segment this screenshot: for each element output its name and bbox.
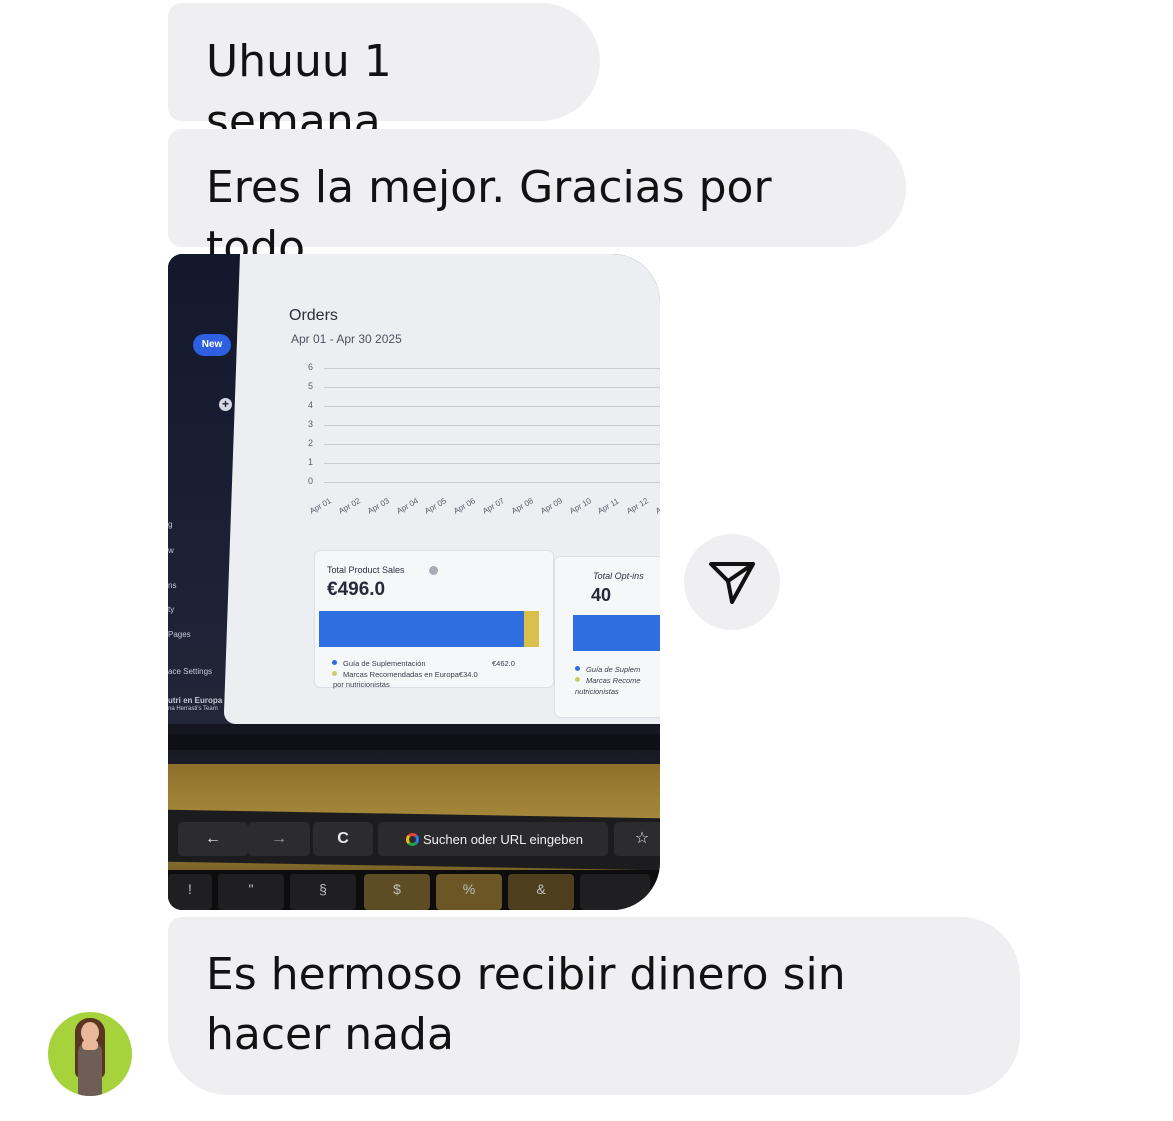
sales-breakdown-bar [319, 611, 539, 647]
bar-segment [319, 611, 524, 647]
legend-item: Guía de Suplementación €462.0 [332, 659, 515, 668]
legend-item: Marcas Recomendadas en Europa€34.0 [332, 670, 478, 679]
orders-date-range: Apr 01 - Apr 30 2025 [291, 332, 402, 346]
send-icon [709, 562, 755, 604]
legend-item: Marcas Recome [575, 676, 641, 685]
y-tick-label: 3 [308, 419, 314, 429]
legend-item: Guía de Suplem [575, 665, 640, 674]
keyboard-key [580, 874, 650, 910]
grid-line [324, 406, 660, 407]
info-icon [429, 566, 438, 575]
keyboard-key: $ [364, 874, 430, 910]
grid-line [324, 463, 660, 464]
google-icon [406, 833, 419, 846]
legend-item: por nutricionistas [333, 680, 390, 689]
sidebar-item: ty [168, 605, 175, 614]
sidebar-item: w [168, 546, 174, 555]
keyboard-key: & [508, 874, 574, 910]
orders-title: Orders [289, 307, 338, 324]
arrow-left-icon: ← [178, 822, 248, 856]
total-opt-ins-card[interactable]: Total Opt-ins 40 Guía de Suplem Marcas R… [554, 556, 660, 718]
y-tick-label: 2 [308, 438, 314, 448]
grid-line [324, 368, 660, 369]
card-label: Total Opt-ins [593, 571, 644, 581]
laptop-hinge [168, 734, 660, 750]
keyboard-key: % [436, 874, 502, 910]
message-bubble[interactable]: Es hermoso recibir dinero sin hacer nada [168, 917, 1020, 1095]
bar-segment [523, 611, 539, 647]
new-badge: New [193, 334, 231, 356]
url-placeholder: Suchen oder URL eingeben [423, 832, 583, 847]
y-tick-label: 6 [308, 362, 314, 372]
reload-icon: C [313, 822, 373, 856]
y-tick-label: 1 [308, 457, 314, 467]
star-icon: ☆ [614, 822, 660, 856]
grid-line [324, 482, 660, 483]
message-bubble[interactable]: Eres la mejor. Gracias por todo [168, 129, 906, 273]
share-button[interactable] [684, 534, 780, 630]
sidebar-item: ns [168, 581, 177, 590]
opt-ins-bar [573, 615, 660, 651]
team-subtitle: na Herrasti's Team [168, 706, 218, 712]
y-tick-label: 4 [308, 400, 314, 410]
sidebar-item: ace Settings [168, 667, 213, 676]
plus-circle-icon: + [219, 398, 232, 411]
card-value: €496.0 [327, 579, 386, 600]
grid-line [324, 387, 660, 388]
total-product-sales-card[interactable]: Total Product Sales €496.0 Guía de Suple… [314, 550, 554, 689]
url-bar: Suchen oder URL eingeben [406, 824, 606, 856]
photo-message[interactable]: New + g w ns ty Pages ace Settings utri … [168, 254, 660, 910]
sender-avatar[interactable] [48, 1012, 132, 1096]
orders-chart: 6 5 4 3 2 1 0 Apr 01 Apr 02 Apr 03 Apr 04 Apr 05 Apr… [304, 362, 660, 516]
keyboard-key: ! [168, 874, 212, 910]
keyboard-key: § [290, 874, 356, 910]
grid-line [324, 444, 660, 445]
y-tick-label: 0 [308, 476, 314, 486]
message-bubble[interactable]: Uhuuu 1 semana [168, 3, 600, 147]
legend-item: nutricionistas [575, 687, 619, 696]
team-name: utri en Europa [168, 696, 223, 705]
arrow-right-icon: → [248, 822, 310, 856]
sidebar-item: Pages [168, 630, 191, 639]
keyboard-key: " [218, 874, 284, 910]
y-tick-label: 5 [308, 381, 314, 391]
message-text: Es hermoso recibir dinero sin hacer nada [206, 949, 846, 1060]
grid-line [324, 425, 660, 426]
card-value: 40 [591, 585, 612, 605]
card-label: Total Product Sales [327, 565, 405, 575]
sidebar-item: g [168, 520, 173, 529]
